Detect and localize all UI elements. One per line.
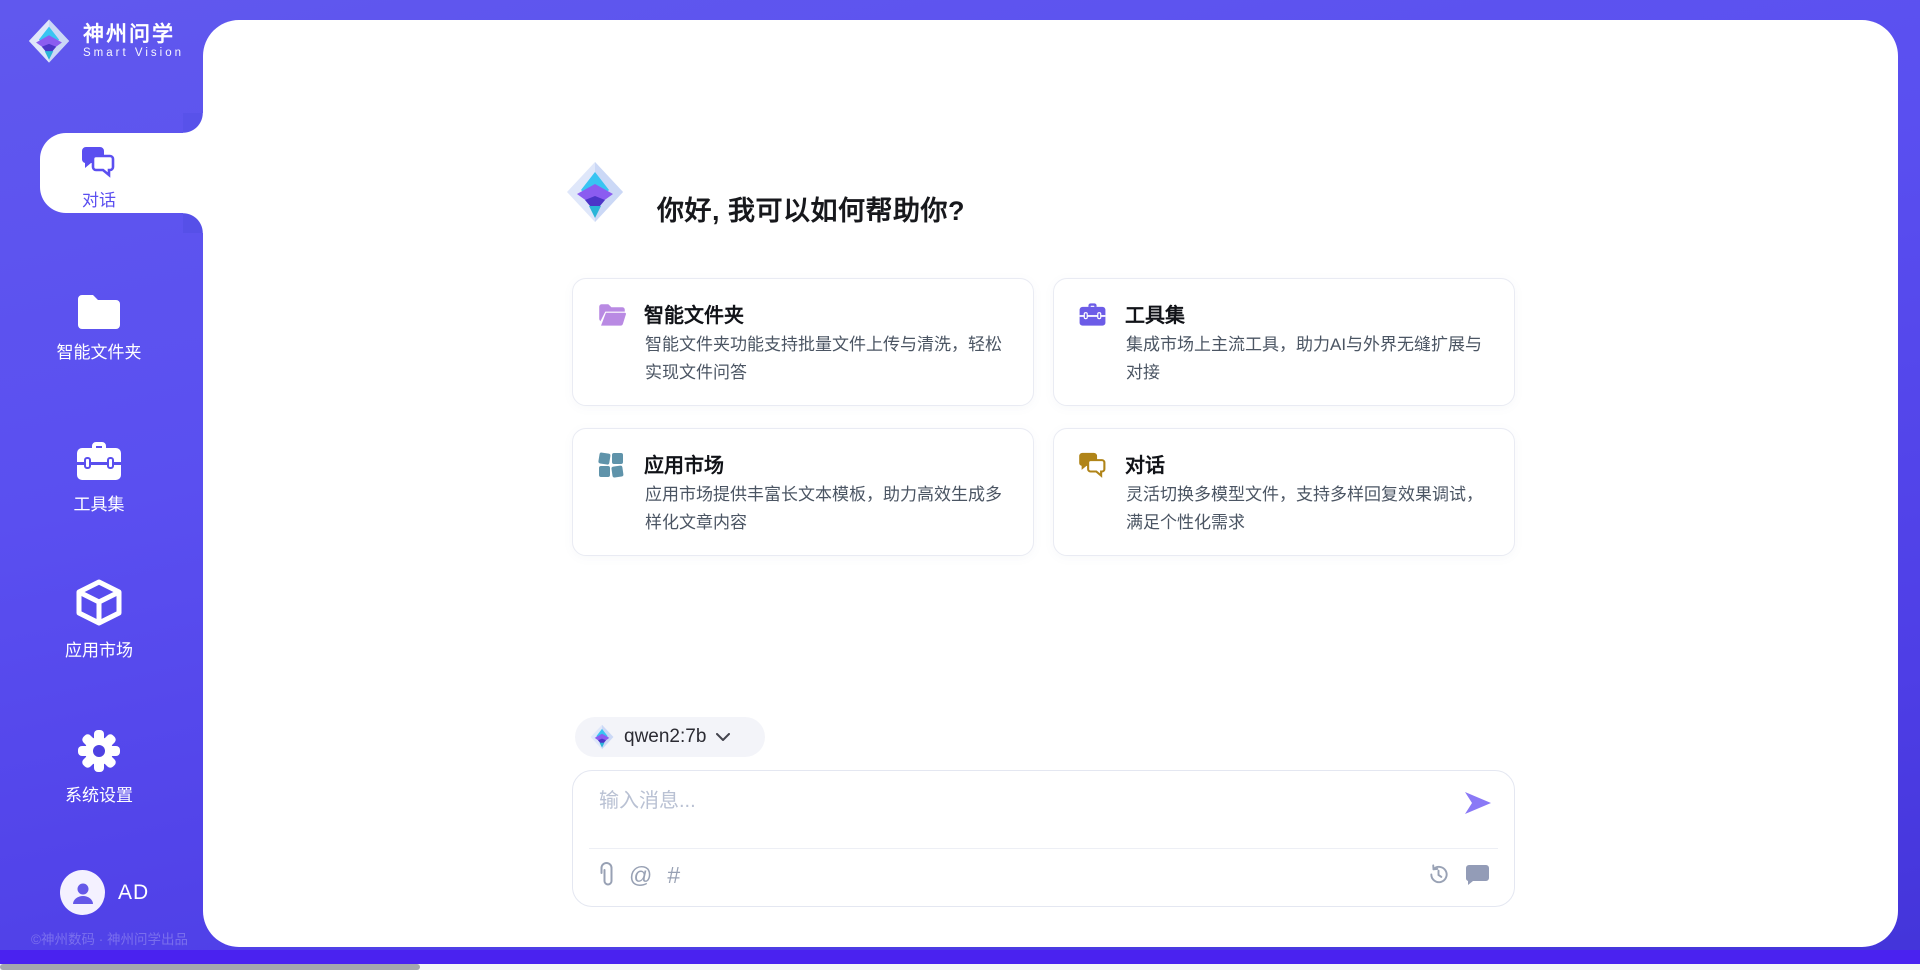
card-smart-folder[interactable]: 智能文件夹 智能文件夹功能支持批量文件上传与清洗，轻松实现文件问答 [572, 278, 1034, 406]
card-title: 应用市场 [644, 449, 724, 478]
message-input-card: @ # [572, 770, 1515, 907]
sidebar-item-toolset[interactable]: 工具集 [0, 440, 198, 515]
history-button[interactable] [1427, 863, 1450, 886]
toolbox-icon [76, 440, 122, 482]
avatar[interactable] [60, 870, 105, 915]
sidebar-item-smart-folder[interactable]: 智能文件夹 [0, 292, 198, 363]
sidebar-item-label: 对话 [82, 186, 116, 211]
card-app-market[interactable]: 应用市场 应用市场提供丰富长文本模板，助力高效生成多样化文章内容 [572, 428, 1034, 556]
sidebar-item-label: 智能文件夹 [57, 338, 142, 363]
paperclip-icon [599, 862, 614, 888]
folder-icon [598, 302, 626, 326]
history-clock-icon [1427, 863, 1450, 886]
brand-logo-icon [26, 18, 72, 64]
sidebar-item-label: 系统设置 [65, 781, 133, 806]
person-icon [70, 880, 96, 906]
cube-icon [74, 578, 124, 628]
sidebar-item-label: 工具集 [74, 490, 125, 515]
brand-name: 神州问学 [83, 23, 184, 47]
brand-subtitle: Smart Vision [83, 47, 184, 59]
hash-button[interactable]: # [667, 863, 680, 887]
sidebar-item-label: 应用市场 [65, 636, 133, 661]
quick-reply-button[interactable] [1465, 864, 1490, 886]
sidebar-footer-text: ©神州数码 · 神州问学出品 [12, 928, 207, 948]
card-title: 工具集 [1125, 299, 1185, 328]
card-toolset[interactable]: 工具集 集成市场上主流工具，助力AI与外界无缝扩展与对接 [1053, 278, 1515, 406]
user-name: AD [118, 881, 149, 905]
folder-icon [76, 292, 122, 330]
input-divider [589, 848, 1498, 849]
message-input[interactable] [599, 784, 1459, 842]
chat-icon [82, 146, 116, 178]
attach-button[interactable] [599, 862, 614, 888]
card-description: 智能文件夹功能支持批量文件上传与清洗，轻松实现文件问答 [645, 331, 1015, 387]
card-description: 灵活切换多模型文件，支持多样回复效果调试，满足个性化需求 [1126, 481, 1496, 537]
card-title: 智能文件夹 [644, 299, 744, 328]
scrollbar-thumb[interactable] [0, 964, 420, 970]
card-chat[interactable]: 对话 灵活切换多模型文件，支持多样回复效果调试，满足个性化需求 [1053, 428, 1515, 556]
card-description: 集成市场上主流工具，助力AI与外界无缝扩展与对接 [1126, 331, 1496, 387]
briefcase-icon [1079, 302, 1106, 327]
brand-logo-large [563, 160, 627, 224]
bottom-accent-strip [0, 950, 1920, 964]
gear-icon [77, 729, 121, 773]
model-name: qwen2:7b [624, 726, 706, 748]
horizontal-scrollbar[interactable] [0, 964, 1920, 970]
model-logo-icon [589, 724, 615, 750]
sidebar-item-chat[interactable]: 对话 [0, 146, 198, 211]
brand: 神州问学 Smart Vision [26, 18, 184, 64]
send-button[interactable] [1464, 791, 1492, 815]
sidebar: 神州问学 Smart Vision 对话 智能文件夹 工具集 [0, 0, 203, 970]
user-row: AD [60, 870, 149, 915]
card-title: 对话 [1125, 449, 1165, 478]
chat-icon [1079, 452, 1107, 478]
chat-bubble-icon [1465, 864, 1490, 886]
model-selector[interactable]: qwen2:7b [575, 717, 765, 757]
apps-grid-icon [598, 452, 624, 478]
greeting-text: 你好, 我可以如何帮助你? [657, 189, 965, 228]
sidebar-item-app-market[interactable]: 应用市场 [0, 578, 198, 661]
mention-button[interactable]: @ [629, 863, 652, 887]
sidebar-item-settings[interactable]: 系统设置 [0, 729, 198, 806]
chevron-down-icon [716, 733, 730, 742]
card-description: 应用市场提供丰富长文本模板，助力高效生成多样化文章内容 [645, 481, 1015, 537]
